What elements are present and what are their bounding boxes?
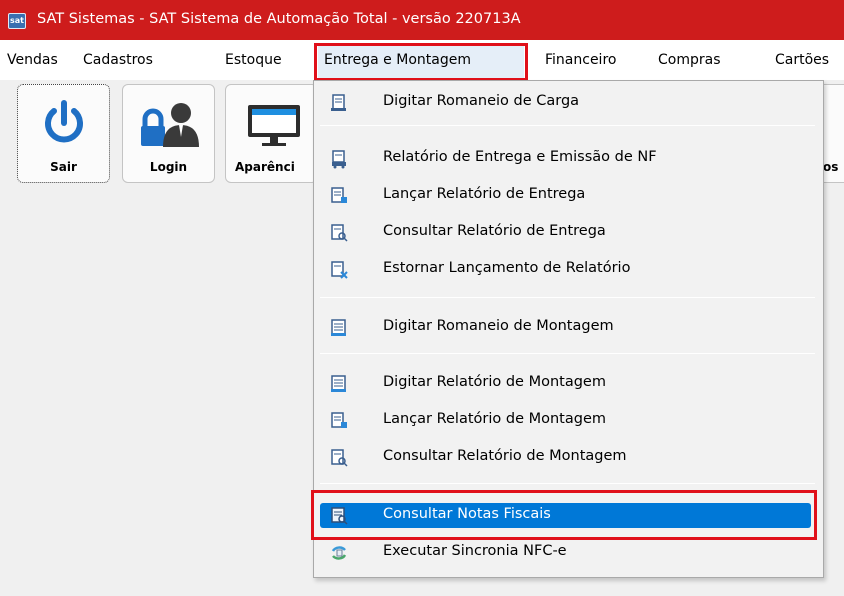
toolbar-partial-label: os <box>823 160 839 174</box>
title-bar: sat SAT Sistemas - SAT Sistema de Automa… <box>0 0 844 40</box>
menu-vendas[interactable]: Vendas <box>7 52 58 68</box>
menu-separator <box>320 483 815 484</box>
menu-item-digitar-romaneio-montagem[interactable]: Digitar Romaneio de Montagem <box>314 310 823 346</box>
menu-item-estornar-lancamento-relatorio[interactable]: Estornar Lançamento de Relatório <box>314 252 823 288</box>
menu-item-label: Digitar Romaneio de Carga <box>383 93 580 109</box>
sync-icon <box>331 546 347 560</box>
menu-item-executar-sincronia-nfce[interactable]: Executar Sincronia NFC-e <box>314 535 823 571</box>
document-list-icon <box>331 319 346 336</box>
document-add-icon <box>331 187 347 203</box>
menu-item-label: Digitar Relatório de Montagem <box>383 374 606 390</box>
menu-annotation-box <box>314 43 528 81</box>
aparencia-label: Aparênci <box>235 160 295 174</box>
monitor-icon <box>248 105 300 146</box>
sat-app-icon[interactable]: sat <box>8 13 26 29</box>
menu-separator <box>320 353 815 354</box>
menu-item-relatorio-entrega-emissao-nf[interactable]: Relatório de Entrega e Emissão de NF <box>314 141 823 177</box>
document-cancel-icon <box>331 261 348 279</box>
menu-financeiro[interactable]: Financeiro <box>545 52 616 68</box>
sair-button[interactable]: Sair <box>17 84 110 183</box>
aparencia-button[interactable]: Aparênci <box>225 84 318 183</box>
menu-item-label: Lançar Relatório de Montagem <box>383 411 606 427</box>
menu-item-label: Lançar Relatório de Entrega <box>383 186 586 202</box>
menu-compras[interactable]: Compras <box>658 52 721 68</box>
login-button[interactable]: Login <box>122 84 215 183</box>
document-truck-icon <box>332 150 346 169</box>
document-edit-icon <box>331 94 346 111</box>
menu-item-digitar-relatorio-montagem[interactable]: Digitar Relatório de Montagem <box>314 366 823 402</box>
sair-label: Sair <box>50 160 77 174</box>
menu-separator <box>320 297 815 298</box>
menu-cartoes[interactable]: Cartões <box>775 52 829 68</box>
menu-item-label: Estornar Lançamento de Relatório <box>383 260 631 276</box>
menu-separator <box>320 125 815 126</box>
menu-item-label: Consultar Relatório de Entrega <box>383 223 606 239</box>
power-icon <box>45 100 83 143</box>
menu-cadastros[interactable]: Cadastros <box>83 52 153 68</box>
menu-item-lancar-relatorio-entrega[interactable]: Lançar Relatório de Entrega <box>314 178 823 214</box>
selected-item-annotation-box <box>311 490 817 540</box>
menu-item-consultar-relatorio-montagem[interactable]: Consultar Relatório de Montagem <box>314 440 823 476</box>
document-add-icon <box>331 412 347 428</box>
menu-item-consultar-relatorio-entrega[interactable]: Consultar Relatório de Entrega <box>314 215 823 251</box>
menu-item-label: Digitar Romaneio de Montagem <box>383 318 614 334</box>
menu-item-label: Relatório de Entrega e Emissão de NF <box>383 149 657 165</box>
menu-item-label: Executar Sincronia NFC-e <box>383 543 567 559</box>
document-search-icon <box>331 224 348 242</box>
menu-item-digitar-romaneio-carga[interactable]: Digitar Romaneio de Carga <box>314 85 823 121</box>
login-user-icon <box>141 103 199 147</box>
menu-item-lancar-relatorio-montagem[interactable]: Lançar Relatório de Montagem <box>314 403 823 439</box>
document-list-icon <box>331 375 346 392</box>
window-title: SAT Sistemas - SAT Sistema de Automação … <box>37 11 521 27</box>
document-search-icon <box>331 449 348 467</box>
menu-estoque[interactable]: Estoque <box>225 52 282 68</box>
menu-item-label: Consultar Relatório de Montagem <box>383 448 627 464</box>
login-label: Login <box>149 160 188 174</box>
